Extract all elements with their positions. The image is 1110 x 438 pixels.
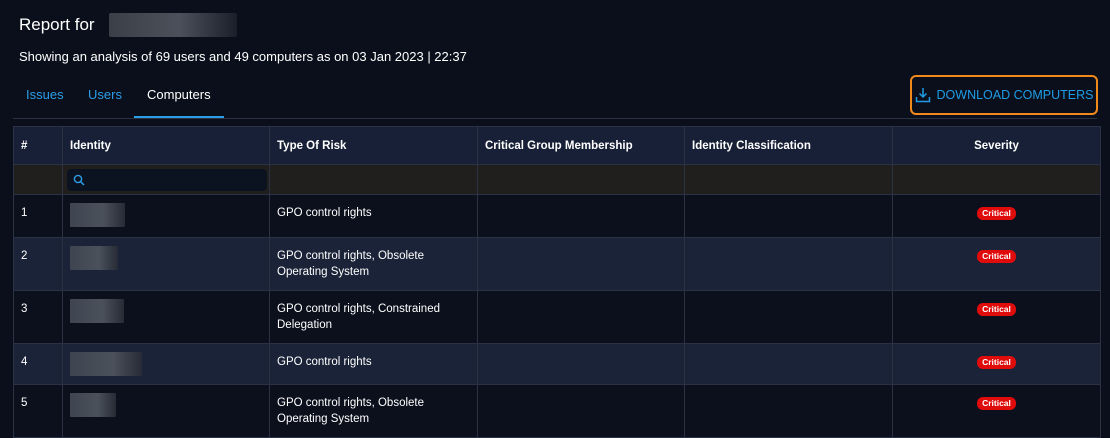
identity-cell <box>62 343 270 385</box>
redacted-identity <box>70 299 124 323</box>
tab-users[interactable]: Users <box>75 80 135 116</box>
row-number: 3 <box>13 290 63 344</box>
row-number: 1 <box>13 194 63 238</box>
redacted-identity <box>70 352 142 376</box>
column-header-identity-classification[interactable]: Identity Classification <box>684 126 893 165</box>
severity-badge: Critical <box>977 207 1016 220</box>
group-cell <box>477 194 685 238</box>
page-title: Report for <box>19 15 95 34</box>
group-cell <box>477 290 685 344</box>
severity-badge: Critical <box>977 303 1016 316</box>
table-row[interactable]: 5 GPO control rights, Obsolete Operating… <box>13 384 1101 438</box>
group-cell <box>477 237 685 291</box>
identity-cell <box>62 290 270 344</box>
filter-cell-empty <box>269 164 478 195</box>
tab-issues[interactable]: Issues <box>13 80 77 116</box>
classification-cell <box>684 343 893 385</box>
filter-cell-empty <box>477 164 685 195</box>
classification-cell <box>684 237 893 291</box>
severity-badge: Critical <box>977 356 1016 369</box>
severity-cell: Critical <box>892 343 1101 385</box>
filter-cell-empty <box>892 164 1101 195</box>
risk-cell: GPO control rights <box>269 343 478 385</box>
risk-cell: GPO control rights <box>269 194 478 238</box>
severity-cell: Critical <box>892 194 1101 238</box>
table-row[interactable]: 3 GPO control rights, Constrained Delega… <box>13 290 1101 344</box>
row-number: 5 <box>13 384 63 438</box>
severity-cell: Critical <box>892 237 1101 291</box>
redacted-identity <box>70 393 116 417</box>
row-number: 2 <box>13 237 63 291</box>
search-icon <box>73 174 85 186</box>
classification-cell <box>684 290 893 344</box>
redacted-report-name <box>108 13 237 37</box>
computers-table: # Identity Type Of Risk Critical Group M… <box>13 126 1101 438</box>
filter-cell-empty <box>13 164 63 195</box>
classification-cell <box>684 194 893 238</box>
table-row[interactable]: 1 GPO control rights Critical <box>13 194 1101 238</box>
tab-computers[interactable]: Computers <box>134 80 224 118</box>
risk-cell: GPO control rights, Obsolete Operating S… <box>269 384 478 438</box>
severity-cell: Critical <box>892 384 1101 438</box>
severity-cell: Critical <box>892 290 1101 344</box>
identity-cell <box>62 237 270 291</box>
table-row[interactable]: 4 GPO control rights Critical <box>13 343 1101 385</box>
group-cell <box>477 343 685 385</box>
download-button-label: DOWNLOAD COMPUTERS <box>936 88 1094 102</box>
analysis-summary: Showing an analysis of 69 users and 49 c… <box>19 49 467 64</box>
redacted-identity <box>70 246 118 270</box>
risk-cell: GPO control rights, Constrained Delegati… <box>269 290 478 344</box>
report-header: Report for <box>19 13 237 37</box>
column-header-identity[interactable]: Identity <box>62 126 270 165</box>
risk-cell: GPO control rights, Obsolete Operating S… <box>269 237 478 291</box>
column-header-severity[interactable]: Severity <box>892 126 1101 165</box>
column-header-critical-group-membership[interactable]: Critical Group Membership <box>477 126 685 165</box>
identity-cell <box>62 194 270 238</box>
group-cell <box>477 384 685 438</box>
severity-badge: Critical <box>977 397 1016 410</box>
download-computers-button[interactable]: DOWNLOAD COMPUTERS <box>910 75 1098 115</box>
severity-badge: Critical <box>977 250 1016 263</box>
identity-cell <box>62 384 270 438</box>
filter-cell-identity <box>62 164 270 195</box>
redacted-identity <box>70 203 125 227</box>
column-header-type-of-risk[interactable]: Type Of Risk <box>269 126 478 165</box>
column-header-number[interactable]: # <box>13 126 63 165</box>
classification-cell <box>684 384 893 438</box>
table-row[interactable]: 2 GPO control rights, Obsolete Operating… <box>13 237 1101 291</box>
table-header-row: # Identity Type Of Risk Critical Group M… <box>13 126 1101 165</box>
filter-cell-empty <box>684 164 893 195</box>
download-icon <box>915 88 930 103</box>
filter-row <box>13 164 1101 195</box>
row-number: 4 <box>13 343 63 385</box>
identity-search-input[interactable] <box>67 168 267 191</box>
